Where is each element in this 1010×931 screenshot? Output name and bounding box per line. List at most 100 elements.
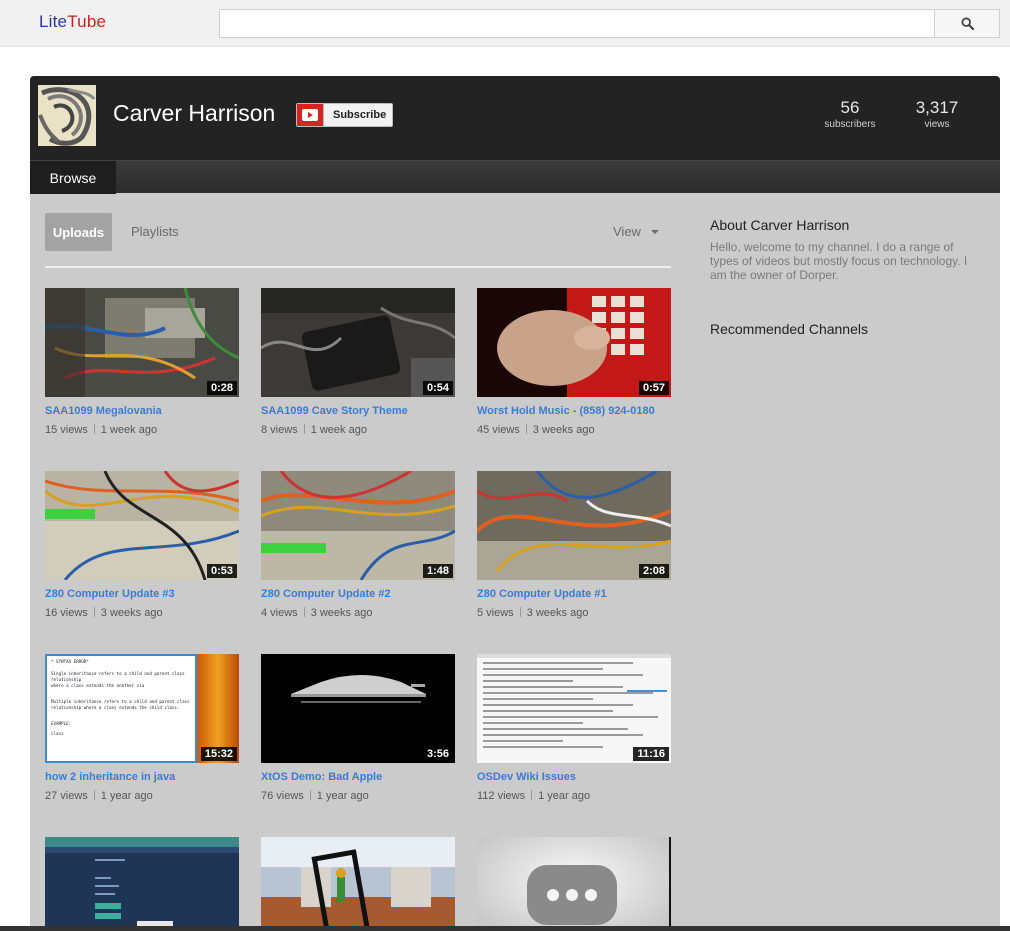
video-views: 5 views	[477, 607, 514, 619]
video-duration: 11:16	[633, 747, 669, 761]
video-views: 15 views	[45, 424, 88, 436]
channel-nav: Browse	[30, 160, 1000, 194]
video-title-link[interactable]: Z80 Computer Update #1	[477, 588, 671, 600]
video-duration: 0:28	[206, 381, 237, 395]
video-meta: 5 views 3 weeks ago	[477, 607, 671, 619]
video-item	[477, 837, 671, 931]
view-number: 3,317	[915, 98, 959, 117]
video-views: 8 views	[261, 424, 298, 436]
video-thumbnail[interactable]: 0:57	[477, 288, 671, 397]
video-thumbnail[interactable]: 0:28	[45, 288, 239, 397]
avatar[interactable]	[38, 85, 96, 146]
video-thumbnail[interactable]: 0:53	[45, 471, 239, 580]
video-duration: 0:57	[638, 381, 669, 395]
video-duration: 0:54	[422, 381, 453, 395]
search-icon	[960, 17, 974, 30]
logo-tube: Tube	[67, 12, 107, 31]
video-age: 1 year ago	[316, 790, 369, 802]
video-title-link[interactable]: XtOS Demo: Bad Apple	[261, 771, 455, 783]
video-duration: 0:53	[206, 564, 237, 578]
video-item: 0:28 SAA1099 Megalovania 15 views 1 week …	[45, 288, 239, 436]
youtube-play-icon	[297, 104, 324, 126]
search-button[interactable]	[934, 9, 1000, 38]
top-bar: LiteTube	[0, 0, 1010, 47]
tab-browse[interactable]: Browse	[30, 161, 116, 194]
video-thumbnail[interactable]	[261, 837, 455, 931]
subscriber-count: 56 subscribers	[820, 98, 880, 130]
video-meta: 16 views 3 weeks ago	[45, 607, 239, 619]
bottom-edge	[0, 926, 1010, 931]
view-label: View	[613, 224, 641, 239]
video-views: 112 views	[477, 790, 526, 802]
video-age: 3 weeks ago	[532, 424, 595, 436]
video-views: 76 views	[261, 790, 304, 802]
video-thumbnail[interactable]: 11:16	[477, 654, 671, 763]
video-age: 1 year ago	[100, 790, 153, 802]
video-meta: 45 views 3 weeks ago	[477, 424, 671, 436]
about-text: Hello, welcome to my channel. I do a ran…	[710, 240, 968, 282]
video-title-link[interactable]: Z80 Computer Update #3	[45, 588, 239, 600]
video-item: 1:48 Z80 Computer Update #2 4 views 3 wee…	[261, 471, 455, 619]
subscribe-button[interactable]: Subscribe	[296, 103, 393, 127]
video-item: 3:56 XtOS Demo: Bad Apple 76 views 1 year…	[261, 654, 455, 802]
tab-playlists[interactable]: Playlists	[131, 224, 179, 239]
video-meta: 8 views 1 week ago	[261, 424, 455, 436]
app-logo[interactable]: LiteTube	[39, 12, 106, 32]
video-views: 27 views	[45, 790, 88, 802]
video-item: 2:08 Z80 Computer Update #1 5 views 3 wee…	[477, 471, 671, 619]
video-meta: 76 views 1 year ago	[261, 790, 455, 802]
video-title-link[interactable]: SAA1099 Cave Story Theme	[261, 405, 455, 417]
video-meta: 27 views 1 year ago	[45, 790, 239, 802]
video-thumbnail[interactable]: 2:08	[477, 471, 671, 580]
video-meta: 112 views 1 year ago	[477, 790, 671, 802]
video-title-link[interactable]: Worst Hold Music - (858) 924-0180	[477, 405, 671, 417]
video-thumbnail[interactable]	[45, 837, 239, 931]
video-age: 3 weeks ago	[100, 607, 163, 619]
channel-name: Carver Harrison	[113, 100, 276, 126]
tab-uploads[interactable]: Uploads	[45, 213, 112, 251]
about-title: About Carver Harrison	[710, 217, 850, 233]
channel-panel: Carver Harrison Subscribe 56 subscribers…	[30, 76, 1000, 931]
subscriber-label: subscribers	[824, 119, 876, 130]
video-duration: 3:56	[422, 747, 453, 761]
chevron-down-icon	[650, 229, 659, 234]
video-age: 1 week ago	[100, 424, 158, 436]
video-title-link[interactable]: Z80 Computer Update #2	[261, 588, 455, 600]
video-thumbnail[interactable]: 1:48	[261, 471, 455, 580]
thumbnail-text: * SYNTAX ERROR* Single inheritance refer…	[45, 654, 197, 763]
video-item: * SYNTAX ERROR* Single inheritance refer…	[45, 654, 239, 802]
channel-header: Carver Harrison Subscribe 56 subscribers…	[30, 76, 1000, 160]
video-age: 3 weeks ago	[526, 607, 589, 619]
video-thumbnail[interactable]: * SYNTAX ERROR* Single inheritance refer…	[45, 654, 239, 763]
video-item: 11:16 OSDev Wiki Issues 112 views 1 year …	[477, 654, 671, 802]
video-title-link[interactable]: OSDev Wiki Issues	[477, 771, 671, 783]
video-views: 4 views	[261, 607, 298, 619]
view-label: views	[924, 119, 950, 130]
search-input[interactable]	[219, 9, 935, 38]
video-item	[45, 837, 239, 931]
video-title-link[interactable]: how 2 inheritance in java	[45, 771, 239, 783]
video-title-link[interactable]: SAA1099 Megalovania	[45, 405, 239, 417]
video-thumbnail[interactable]: 0:54	[261, 288, 455, 397]
video-age: 3 weeks ago	[310, 607, 373, 619]
video-age: 1 year ago	[538, 790, 591, 802]
video-thumbnail[interactable]	[477, 837, 671, 931]
subscriber-number: 56	[840, 98, 860, 117]
video-thumbnail[interactable]: 3:56	[261, 654, 455, 763]
view-count: 3,317 views	[908, 98, 966, 130]
video-item	[261, 837, 455, 931]
video-views: 16 views	[45, 607, 88, 619]
video-meta: 4 views 3 weeks ago	[261, 607, 455, 619]
video-duration: 1:48	[422, 564, 453, 578]
recommended-channels-title: Recommended Channels	[710, 321, 868, 337]
video-duration: 15:32	[200, 747, 237, 761]
subscribe-label: Subscribe	[333, 109, 387, 121]
video-age: 1 week ago	[310, 424, 367, 436]
video-item: 0:57 Worst Hold Music - (858) 924-0180 4…	[477, 288, 671, 436]
content-tabs: Uploads Playlists View	[45, 213, 671, 268]
view-dropdown[interactable]: View	[613, 224, 659, 239]
video-duration: 2:08	[638, 564, 669, 578]
logo-lite: Lite	[39, 12, 68, 31]
video-meta: 15 views 1 week ago	[45, 424, 239, 436]
video-item: 0:54 SAA1099 Cave Story Theme 8 views 1 w…	[261, 288, 455, 436]
